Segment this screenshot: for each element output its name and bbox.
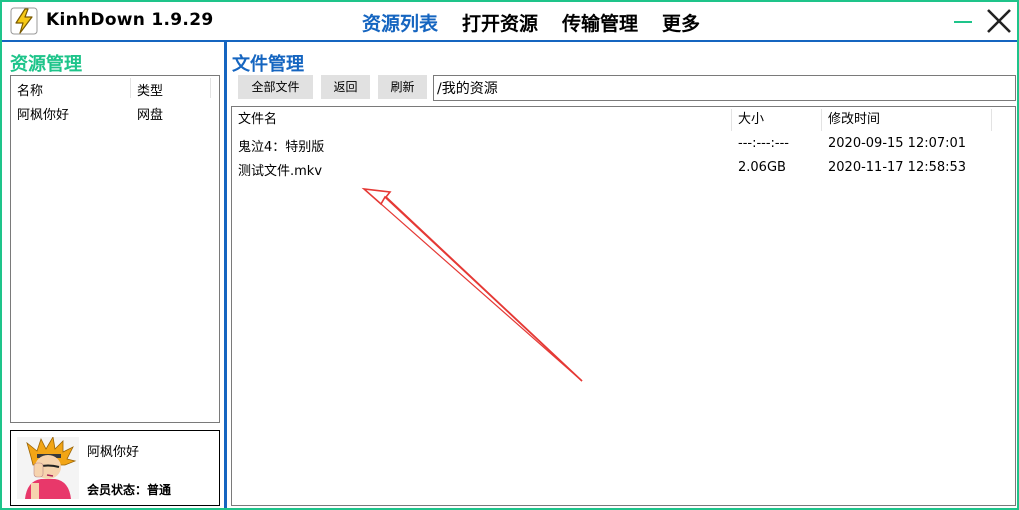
column-divider[interactable] bbox=[731, 109, 732, 131]
column-divider[interactable] bbox=[991, 109, 992, 131]
member-status: 会员状态： 普通 bbox=[87, 481, 171, 498]
file-modified: 2020-11-17 12:58:53 bbox=[828, 160, 967, 175]
column-header-size[interactable]: 大小 bbox=[738, 109, 764, 131]
nav-resource-list[interactable]: 资源列表 bbox=[362, 9, 438, 36]
file-row[interactable]: 鬼泣4：特别版 ---:---:--- 2020-09-15 12:07:01 bbox=[232, 133, 1015, 157]
all-files-button[interactable]: 全部文件 bbox=[238, 75, 313, 99]
nav-transfer-manager[interactable]: 传输管理 bbox=[562, 9, 638, 36]
column-divider[interactable] bbox=[130, 78, 131, 98]
app-window: KinhDown 1.9.29 资源列表 打开资源 传输管理 更多 资源管理 名… bbox=[0, 0, 1019, 510]
nav-open-resource[interactable]: 打开资源 bbox=[462, 9, 538, 36]
resource-name: 阿枫你好 bbox=[17, 108, 70, 123]
member-status-value: 普通 bbox=[147, 483, 172, 497]
file-table[interactable]: 文件名 大小 修改时间 鬼泣4：特别版 ---:---:--- 2020-09-… bbox=[231, 106, 1016, 506]
resource-table[interactable]: 名称 类型 阿枫你好 网盘 bbox=[10, 75, 220, 423]
title-bar[interactable]: KinhDown 1.9.29 资源列表 打开资源 传输管理 更多 bbox=[2, 2, 1017, 40]
refresh-button[interactable]: 刷新 bbox=[378, 75, 427, 99]
close-icon[interactable] bbox=[984, 6, 1014, 36]
resource-row[interactable]: 阿枫你好 网盘 bbox=[11, 102, 219, 124]
app-title: KinhDown 1.9.29 bbox=[46, 10, 214, 30]
title-divider bbox=[2, 40, 1017, 42]
column-header-type[interactable]: 类型 bbox=[137, 80, 163, 99]
column-header-filename[interactable]: 文件名 bbox=[238, 109, 277, 131]
resource-type: 网盘 bbox=[137, 108, 164, 123]
file-name: 鬼泣4：特别版 bbox=[238, 140, 325, 155]
column-header-modified[interactable]: 修改时间 bbox=[828, 109, 880, 131]
path-input[interactable] bbox=[433, 75, 1016, 101]
member-status-label: 会员状态： bbox=[87, 483, 148, 497]
resource-table-header: 名称 类型 bbox=[11, 76, 219, 100]
file-row[interactable]: 测试文件.mkv 2.06GB 2020-11-17 12:58:53 bbox=[232, 157, 1015, 181]
resource-manager-title: 资源管理 bbox=[10, 54, 82, 75]
user-info-card: 阿枫你好 会员状态： 普通 bbox=[10, 430, 220, 506]
avatar[interactable] bbox=[17, 437, 79, 499]
panel-divider bbox=[224, 42, 227, 508]
file-name: 测试文件.mkv bbox=[238, 164, 323, 179]
nav-more[interactable]: 更多 bbox=[662, 9, 700, 36]
file-manager-title: 文件管理 bbox=[232, 54, 304, 75]
file-size: 2.06GB bbox=[738, 160, 786, 175]
user-name: 阿枫你好 bbox=[87, 445, 140, 460]
file-size: ---:---:--- bbox=[738, 136, 789, 151]
column-divider[interactable] bbox=[210, 78, 211, 98]
back-button[interactable]: 返回 bbox=[321, 75, 370, 99]
minimize-icon[interactable] bbox=[952, 10, 974, 32]
lightning-logo-icon bbox=[10, 7, 38, 35]
main-nav: 资源列表 打开资源 传输管理 更多 bbox=[362, 9, 700, 36]
file-modified: 2020-09-15 12:07:01 bbox=[828, 136, 967, 151]
file-toolbar: 全部文件 返回 刷新 bbox=[238, 75, 427, 99]
column-header-name[interactable]: 名称 bbox=[17, 80, 43, 99]
column-divider[interactable] bbox=[821, 109, 822, 131]
